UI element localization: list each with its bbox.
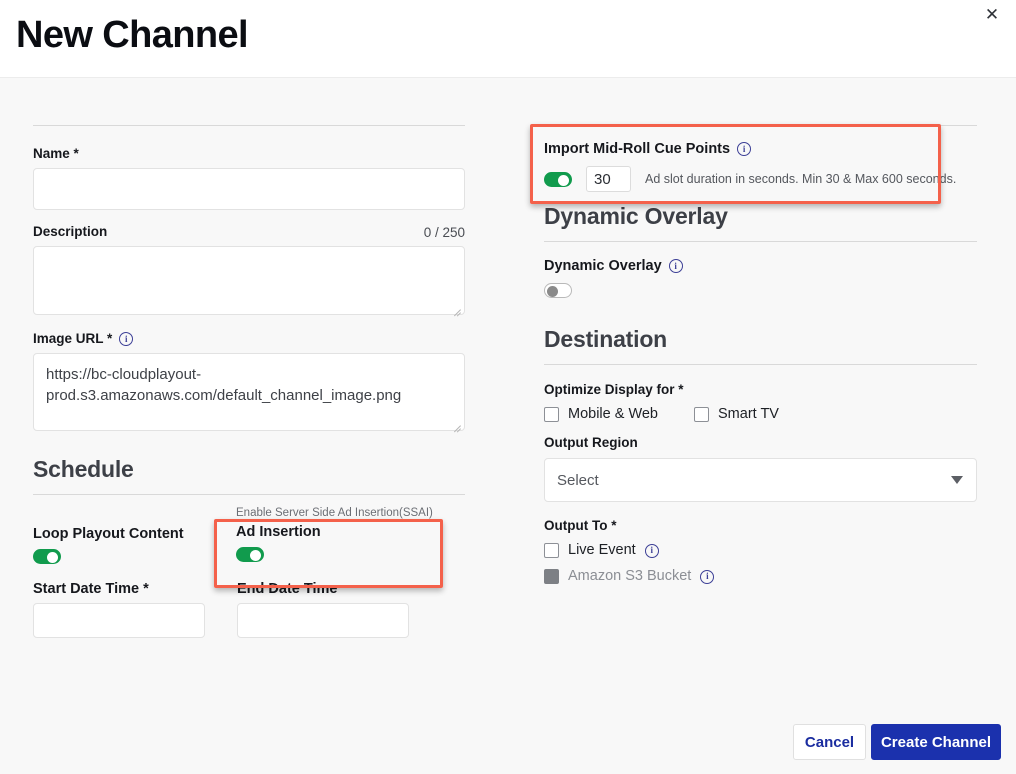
name-field-group: Name *: [33, 146, 465, 210]
dynamic-overlay-group: Dynamic Overlay i: [544, 258, 977, 303]
description-input[interactable]: [33, 246, 465, 315]
description-counter: 0 / 250: [424, 225, 465, 240]
date-row: Start Date Time * End Date Time: [33, 581, 465, 643]
name-label: Name *: [33, 146, 465, 162]
cue-points-toggle[interactable]: [544, 172, 572, 187]
optimize-display-options: Mobile & Web Smart TV: [544, 406, 977, 423]
info-icon[interactable]: i: [119, 332, 133, 346]
left-form-column: Name * Description 0 / 250 Image URL * i…: [33, 100, 465, 643]
checkbox-box[interactable]: [544, 407, 559, 422]
ad-insertion-toggle[interactable]: [236, 547, 264, 562]
page-title: New Channel: [16, 12, 248, 58]
ad-slot-duration-input[interactable]: [586, 166, 631, 192]
dynamic-overlay-label: Dynamic Overlay: [544, 258, 662, 274]
right-form-column: Import Mid-Roll Cue Points i Ad slot dur…: [544, 100, 977, 585]
schedule-section-title: Schedule: [33, 455, 465, 483]
name-input[interactable]: [33, 168, 465, 210]
end-date-group: End Date Time: [237, 581, 409, 638]
right-top-divider: [544, 125, 977, 126]
left-top-divider: [33, 125, 465, 126]
cue-points-label: Import Mid-Roll Cue Points: [544, 141, 730, 157]
checkbox-amazon-s3-bucket: Amazon S3 Bucket i: [544, 568, 977, 585]
destination-divider: [544, 364, 977, 365]
create-channel-button[interactable]: Create Channel: [871, 724, 1001, 760]
checkbox-smart-tv[interactable]: Smart TV: [694, 406, 779, 423]
end-date-label: End Date Time: [237, 581, 409, 597]
ad-insertion-label: Ad Insertion: [236, 524, 433, 540]
schedule-toggles-row: Loop Playout Content Enable Server Side …: [33, 495, 465, 581]
output-region-label: Output Region: [544, 435, 977, 451]
cue-points-label-row: Import Mid-Roll Cue Points i: [544, 141, 977, 157]
end-date-input[interactable]: [237, 603, 409, 638]
checkbox-box[interactable]: [694, 407, 709, 422]
dialog-footer: Cancel Create Channel: [0, 724, 1016, 774]
output-to-label: Output To *: [544, 518, 977, 534]
dynamic-overlay-divider: [544, 241, 977, 242]
cue-points-controls: Ad slot duration in seconds. Min 30 & Ma…: [544, 166, 977, 192]
info-icon[interactable]: i: [645, 544, 659, 558]
checkbox-label: Smart TV: [718, 406, 779, 423]
start-date-input[interactable]: [33, 603, 205, 638]
destination-section-title: Destination: [544, 325, 977, 353]
dynamic-overlay-toggle[interactable]: [544, 283, 572, 298]
description-label-row: Description 0 / 250: [33, 224, 465, 240]
checkbox-label: Mobile & Web: [568, 406, 658, 423]
dynamic-overlay-section-title: Dynamic Overlay: [544, 202, 977, 230]
output-region-value: Select: [557, 472, 599, 489]
image-url-field-group: Image URL * i https://bc-cloudplayout-pr…: [33, 331, 465, 431]
info-icon[interactable]: i: [700, 570, 714, 584]
dynamic-overlay-label-row: Dynamic Overlay i: [544, 258, 977, 274]
loop-playout-label: Loop Playout Content: [33, 526, 184, 542]
dialog-header: New Channel ✕: [0, 0, 1016, 78]
checkbox-box: [544, 569, 559, 584]
image-url-label-row: Image URL * i: [33, 331, 465, 347]
image-url-label: Image URL *: [33, 331, 112, 347]
cue-points-group: Import Mid-Roll Cue Points i Ad slot dur…: [544, 141, 977, 192]
start-date-group: Start Date Time *: [33, 581, 205, 638]
start-date-label: Start Date Time *: [33, 581, 205, 597]
checkbox-mobile-web[interactable]: Mobile & Web: [544, 406, 694, 423]
output-region-group: Output Region Select: [544, 435, 977, 502]
loop-playout-group: Loop Playout Content: [33, 526, 184, 569]
chevron-down-icon: [951, 476, 963, 484]
output-to-group: Output To * Live Event i Amazon S3 Bucke…: [544, 518, 977, 585]
image-url-input[interactable]: https://bc-cloudplayout-prod.s3.amazonaw…: [33, 353, 465, 431]
checkbox-label: Amazon S3 Bucket: [568, 568, 691, 585]
loop-playout-toggle[interactable]: [33, 549, 61, 564]
checkbox-live-event[interactable]: Live Event i: [544, 542, 977, 559]
close-icon[interactable]: ✕: [976, 0, 1008, 28]
ad-insertion-caption: Enable Server Side Ad Insertion(SSAI): [236, 506, 433, 520]
schedule-section: Schedule Loop Playout Content Enable Ser…: [33, 455, 465, 643]
info-icon[interactable]: i: [737, 142, 751, 156]
ad-slot-duration-hint: Ad slot duration in seconds. Min 30 & Ma…: [645, 172, 956, 186]
ad-insertion-group: Enable Server Side Ad Insertion(SSAI) Ad…: [236, 506, 433, 567]
description-label: Description: [33, 224, 107, 240]
checkbox-box[interactable]: [544, 543, 559, 558]
cancel-button[interactable]: Cancel: [793, 724, 866, 760]
checkbox-label: Live Event: [568, 542, 636, 559]
destination-section: Destination Optimize Display for * Mobil…: [544, 325, 977, 585]
optimize-display-label: Optimize Display for *: [544, 382, 977, 398]
output-region-select[interactable]: Select: [544, 458, 977, 502]
dynamic-overlay-section: Dynamic Overlay Dynamic Overlay i: [544, 202, 977, 303]
optimize-display-group: Optimize Display for * Mobile & Web Smar…: [544, 382, 977, 423]
info-icon[interactable]: i: [669, 259, 683, 273]
description-field-group: Description 0 / 250: [33, 224, 465, 315]
